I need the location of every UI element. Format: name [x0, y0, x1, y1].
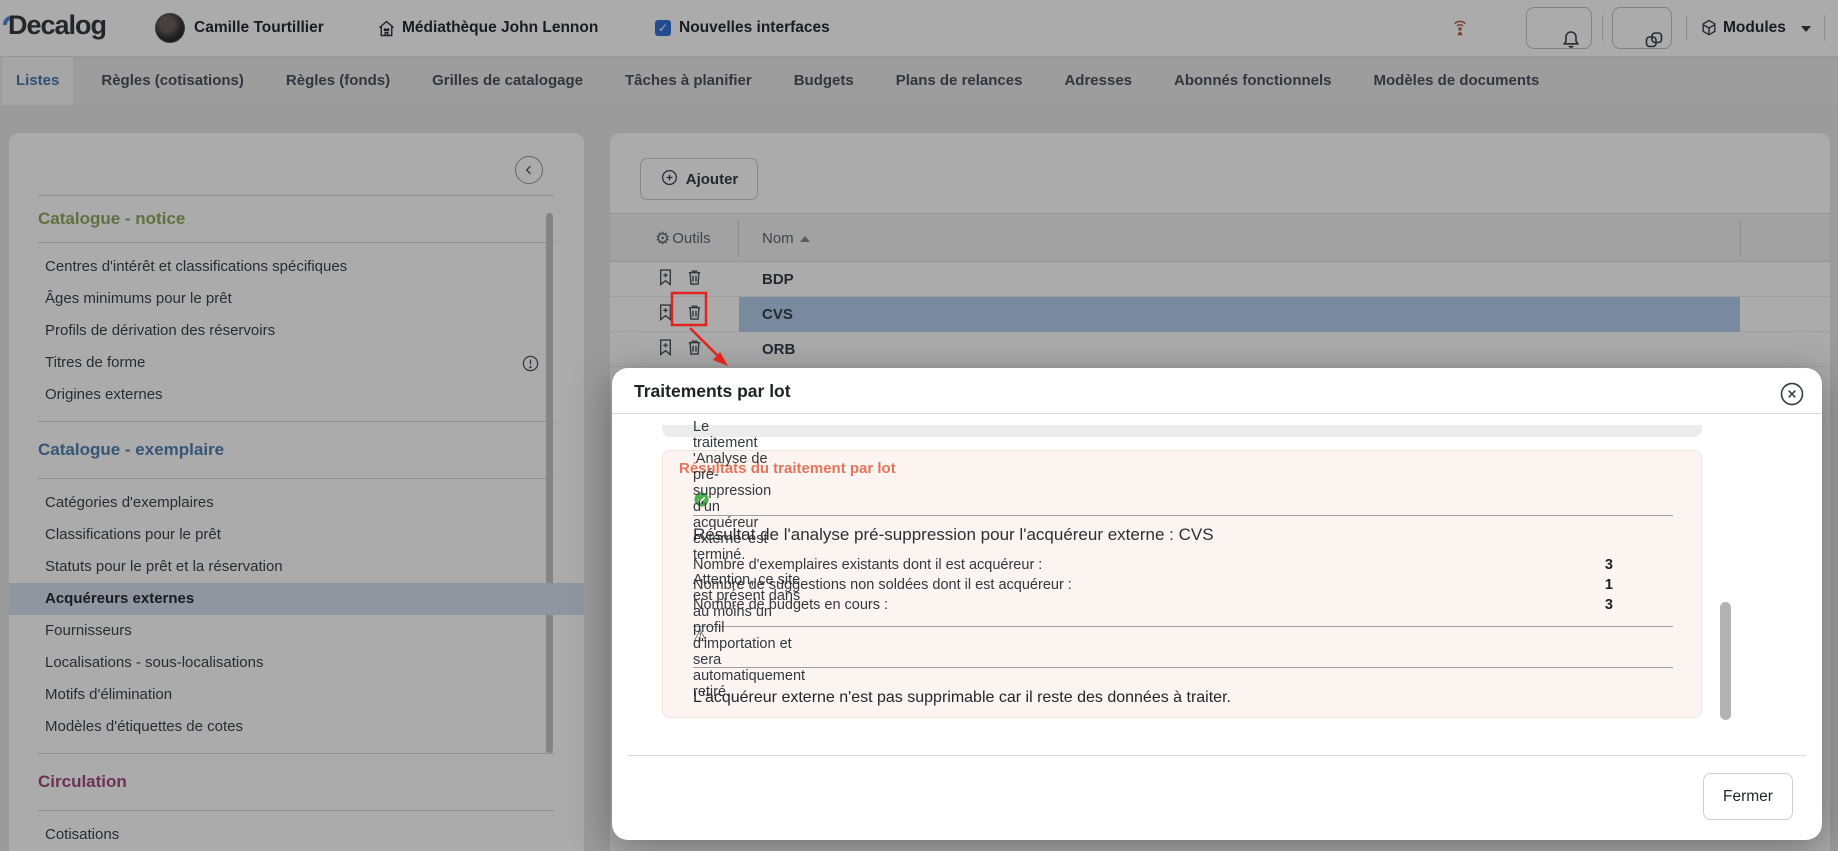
- conclusion-text: L'acquéreur externe n'est pas supprimabl…: [693, 689, 1231, 706]
- application-window: Decalog Camille Tourtillier Médiathèque …: [0, 0, 1838, 851]
- divider: [693, 515, 1673, 516]
- count-row: Nombre de budgets en cours : 3: [693, 595, 1673, 615]
- count-value: 3: [1604, 557, 1613, 573]
- divider: [693, 626, 1673, 627]
- count-row: Nombre de suggestions non soldées dont i…: [693, 575, 1673, 595]
- count-value: 3: [1604, 597, 1613, 613]
- batch-results-panel: Résultats du traitement par lot Le trait…: [662, 419, 1702, 718]
- close-modal-button[interactable]: Fermer: [1703, 773, 1793, 820]
- count-value: 1: [1604, 577, 1613, 593]
- modal-title: Traitements par lot: [634, 381, 791, 401]
- batch-processing-modal: Traitements par lot Résultats du traitem…: [612, 368, 1822, 840]
- warning-text: Attention, ce site est présent dans au m…: [693, 572, 806, 700]
- modal-scrollbar[interactable]: [1720, 602, 1731, 720]
- divider: [612, 413, 1822, 414]
- divider: [628, 755, 1806, 756]
- analysis-result-heading: Résultat de l'analyse pré-suppression po…: [693, 525, 1214, 544]
- close-icon[interactable]: [1778, 380, 1806, 408]
- previous-result-partial: [662, 425, 1702, 437]
- count-row: Nombre d'exemplaires existants dont il e…: [693, 555, 1673, 575]
- divider: [693, 667, 1673, 668]
